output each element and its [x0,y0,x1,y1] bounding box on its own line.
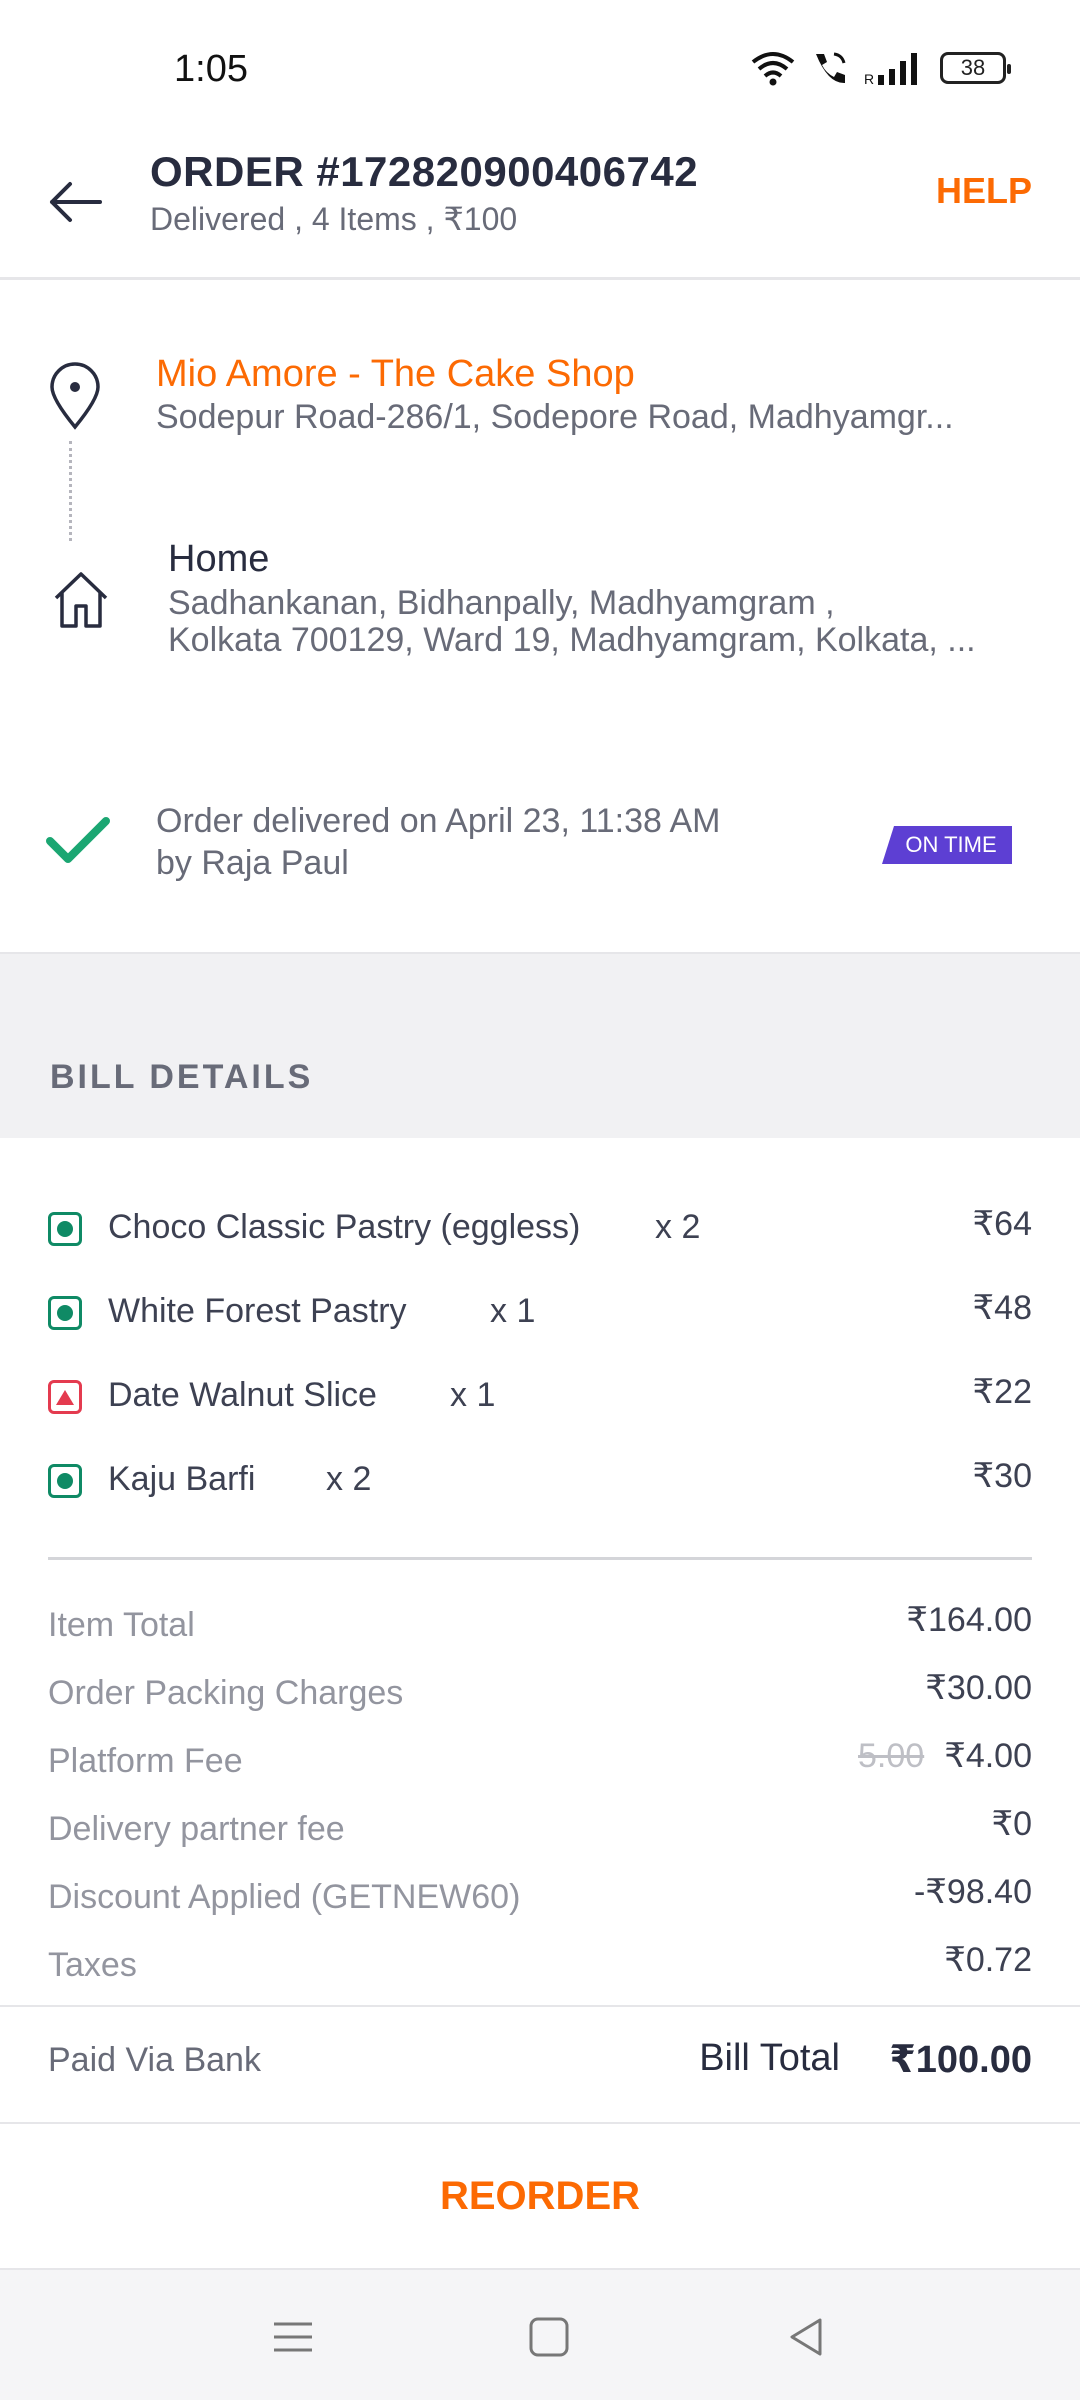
item-price: ₹30 [972,1457,1032,1495]
status-icons: R 38 [750,50,1011,86]
back-triangle-icon[interactable] [782,2312,832,2362]
divider [48,1557,1032,1560]
charge-value: ₹0 [991,1805,1032,1843]
help-button[interactable]: HELP [936,170,1032,212]
original-price: 5.00 [858,1737,925,1775]
list-item: Kaju Barfi x 2 ₹30 [0,1432,1080,1516]
discounted-price: ₹4.00 [944,1737,1032,1775]
charge-label: Order Packing Charges [48,1674,404,1712]
bill-charges: Item Total ₹164.00 Order Packing Charges… [0,1590,1080,1998]
back-arrow-icon[interactable] [44,170,108,234]
item-name: Date Walnut Slice [108,1376,377,1414]
item-price: ₹64 [972,1205,1032,1243]
item-price: ₹48 [972,1289,1032,1327]
home-address-line2: Kolkata 700129, Ward 19, Madhyamgram, Ko… [168,622,976,659]
bill-details-title: BILL DETAILS [50,1058,314,1096]
payment-method: Paid Via Bank [48,2041,261,2079]
order-title: ORDER #172820900406742 [150,148,699,195]
order-header: ORDER #172820900406742 Delivered , 4 Ite… [0,140,1080,280]
list-item: White Forest Pastry x 1 ₹48 [0,1264,1080,1348]
charge-row: Taxes ₹0.72 [0,1930,1080,1998]
charge-label: Taxes [48,1946,137,1984]
item-name: Kaju Barfi [108,1460,256,1498]
wifi-icon [751,52,795,86]
home-icon [54,572,108,628]
bill-items-list: Choco Classic Pastry (eggless) x 2 ₹64 W… [0,1180,1080,1516]
charge-label: Delivery partner fee [48,1810,345,1848]
delivery-status-line2: by Raja Paul [156,844,349,882]
reorder-button[interactable]: REORDER [0,2122,1080,2270]
charge-label: Platform Fee [48,1742,243,1780]
charge-row: Item Total ₹164.00 [0,1590,1080,1658]
route-connector [69,441,72,541]
list-item: Date Walnut Slice x 1 ₹22 [0,1348,1080,1432]
item-name: White Forest Pastry [108,1292,407,1330]
system-nav-bar [0,2270,1080,2400]
on-time-badge: ON TIME [882,826,1012,864]
non-veg-icon [48,1380,82,1414]
charge-row: Platform Fee 5.00 ₹4.00 [0,1726,1080,1794]
home-square-icon[interactable] [524,2312,574,2362]
charge-label: Item Total [48,1606,195,1644]
bill-total-value: ₹100.00 [889,2039,1032,2081]
charge-label: Discount Applied (GETNEW60) [48,1878,521,1916]
battery-icon: 38 [940,52,1011,84]
veg-icon [48,1212,82,1246]
charge-row: Order Packing Charges ₹30.00 [0,1658,1080,1726]
signal-icon: R [864,53,917,85]
charge-value: ₹164.00 [906,1601,1032,1639]
bill-total-row: Paid Via Bank Bill Total ₹100.00 [0,2005,1080,2125]
item-quantity: x 2 [326,1460,372,1498]
charge-value: ₹30.00 [925,1669,1032,1707]
svg-text:R: R [864,71,874,85]
item-quantity: x 1 [490,1292,536,1330]
delivery-status: Order delivered on April 23, 11:38 AM by… [156,800,816,884]
delivery-status-line1: Order delivered on April 23, 11:38 AM [156,802,721,840]
status-time: 1:05 [174,48,248,90]
veg-icon [48,1464,82,1498]
charge-value: 5.00 ₹4.00 [858,1736,1032,1776]
delivery-route: Mio Amore - The Cake Shop Sodepur Road-2… [0,283,1080,953]
item-name: Choco Classic Pastry (eggless) [108,1208,581,1246]
bill-total-label: Bill Total [699,2037,840,2079]
status-bar: 1:05 R 38 [0,0,1080,140]
charge-row: Discount Applied (GETNEW60) -₹98.40 [0,1862,1080,1930]
order-summary: Delivered , 4 Items , ₹100 [150,201,518,237]
call-icon [816,52,846,84]
restaurant-address: Sodepur Road-286/1, Sodepore Road, Madhy… [156,398,954,436]
charge-row: Delivery partner fee ₹0 [0,1794,1080,1862]
bill-details-header: BILL DETAILS [0,952,1080,1138]
veg-icon [48,1296,82,1330]
item-quantity: x 1 [450,1376,496,1414]
home-label: Home [168,538,270,580]
menu-icon[interactable] [268,2312,318,2362]
check-icon [46,817,110,863]
item-quantity: x 2 [655,1208,701,1246]
restaurant-name[interactable]: Mio Amore - The Cake Shop [156,353,635,396]
location-pin-icon [50,362,100,430]
home-address-line1: Sadhankanan, Bidhanpally, Madhyamgram , [168,585,835,622]
charge-value: ₹0.72 [944,1941,1032,1979]
item-price: ₹22 [972,1373,1032,1411]
list-item: Choco Classic Pastry (eggless) x 2 ₹64 [0,1180,1080,1264]
home-address: Sadhankanan, Bidhanpally, Madhyamgram , … [168,585,1038,659]
charge-value: -₹98.40 [913,1873,1032,1911]
